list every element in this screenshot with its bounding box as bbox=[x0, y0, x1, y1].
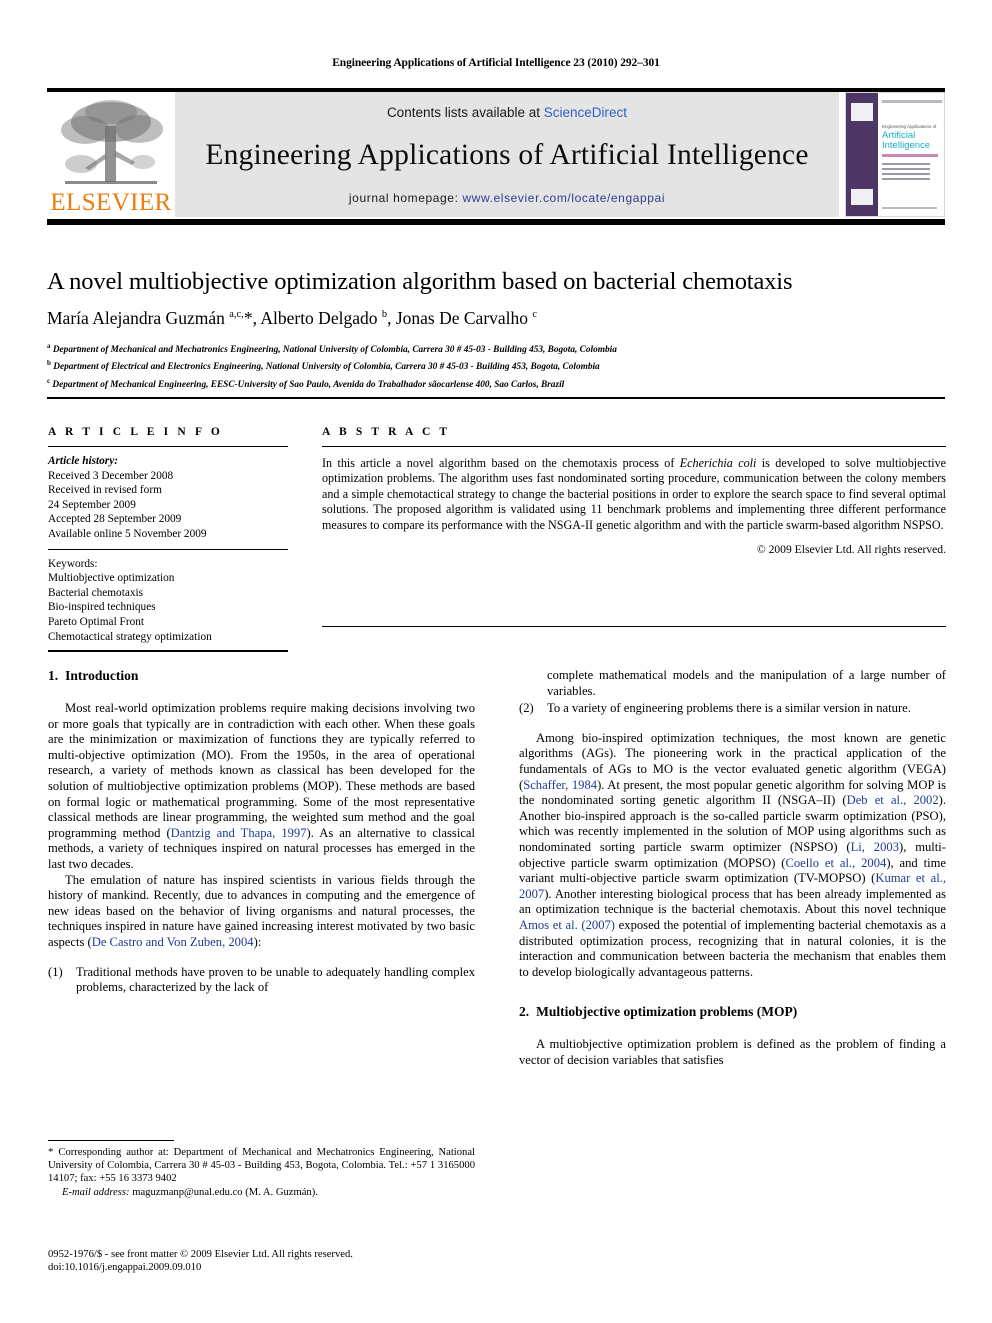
elsevier-tree-icon bbox=[61, 100, 163, 184]
paragraph: The emulation of nature has inspired sci… bbox=[48, 872, 475, 949]
corresponding-author-note: * Corresponding author at: Department of… bbox=[48, 1146, 475, 1185]
journal-title: Engineering Applications of Artificial I… bbox=[205, 139, 809, 171]
list-item: (1) Traditional methods have proven to be… bbox=[48, 965, 475, 996]
cover-elsevier-mark-bottom bbox=[851, 189, 873, 205]
article-info-column: A R T I C L E I N F O Article history: R… bbox=[48, 426, 288, 653]
abstract-text: In this article a novel algorithm based … bbox=[322, 456, 947, 532]
article-info-heading: A R T I C L E I N F O bbox=[48, 426, 223, 438]
abstract-column: A B S T R A C T In this article a novel … bbox=[322, 426, 946, 556]
cover-title-line2: Intelligence bbox=[882, 140, 931, 151]
history-item: Accepted 28 September 2009 bbox=[48, 513, 182, 526]
keyword-item: Chemotactical strategy optimization bbox=[48, 630, 212, 643]
cover-accent-bar bbox=[882, 154, 938, 157]
homepage-prefix: journal homepage: bbox=[348, 191, 463, 205]
paragraph: Most real-world optimization problems re… bbox=[48, 701, 475, 871]
section-heading-introduction: 1. Introduction bbox=[48, 668, 475, 684]
history-item: 24 September 2009 bbox=[48, 498, 136, 511]
article-history: Article history: Received 3 December 200… bbox=[48, 454, 288, 542]
article-page: Engineering Applications of Artificial I… bbox=[0, 0, 992, 1323]
abstract-heading: A B S T R A C T bbox=[322, 426, 451, 438]
numbered-list-right: complete mathematical models and the man… bbox=[519, 668, 946, 717]
list-item-continuation: complete mathematical models and the man… bbox=[547, 668, 946, 698]
issn-line: 0952-1976/$ - see front matter © 2009 El… bbox=[48, 1249, 353, 1260]
list-item-text: Traditional methods have proven to be un… bbox=[76, 964, 475, 995]
doi-line: doi:10.1016/j.engappai.2009.09.010 bbox=[48, 1262, 202, 1274]
cover-header-rule bbox=[882, 100, 942, 103]
affiliation-list: a Department of Mechanical and Mechatron… bbox=[47, 340, 947, 392]
abstract-bottom-rule bbox=[322, 626, 946, 627]
history-item: Available online 5 November 2009 bbox=[48, 527, 207, 540]
contents-prefix: Contents lists available at bbox=[386, 105, 544, 120]
contents-available-line: Contents lists available at ScienceDirec… bbox=[387, 105, 627, 120]
list-item-number: (2) bbox=[519, 701, 534, 716]
elsevier-wordmark: ELSEVIER bbox=[50, 189, 172, 216]
masthead-bottom-rule bbox=[47, 219, 945, 225]
footnote-block: * Corresponding author at: Department of… bbox=[48, 1140, 475, 1199]
journal-cover-thumbnail: Engineering Applications of Artificial I… bbox=[839, 92, 945, 217]
section-title: Multiobjective optimization problems (MO… bbox=[536, 1004, 798, 1020]
cover-text-lines bbox=[882, 163, 930, 183]
paragraph: A multiobjective optimization problem is… bbox=[519, 1037, 946, 1067]
keyword-item: Bio-inspired techniques bbox=[48, 601, 156, 614]
abstract-copyright: © 2009 Elsevier Ltd. All rights reserved… bbox=[756, 543, 946, 557]
elsevier-logo: ELSEVIER bbox=[47, 92, 175, 217]
cover-small-line: Engineering Applications of bbox=[882, 124, 937, 129]
section-heading-mop: 2. Multiobjective optimization problems (… bbox=[519, 1004, 946, 1020]
keyword-item: Pareto Optimal Front bbox=[48, 615, 145, 628]
article-history-label: Article history: bbox=[48, 455, 118, 467]
issn-footer: 0952-1976/$ - see front matter © 2009 El… bbox=[48, 1248, 475, 1275]
history-item: Received in revised form bbox=[48, 484, 162, 497]
list-item: complete mathematical models and the man… bbox=[519, 668, 946, 699]
section-number: 1. bbox=[48, 668, 59, 683]
cover-elsevier-mark-top bbox=[851, 103, 873, 121]
abstract-rule bbox=[322, 446, 946, 447]
article-info-mid-rule bbox=[48, 548, 288, 550]
affiliation-rule bbox=[47, 397, 945, 399]
numbered-list-left: (1) Traditional methods have proven to be… bbox=[48, 965, 475, 996]
body-column-left: 1. Introduction Most real-world optimizat… bbox=[48, 668, 475, 998]
list-item: (2) To a variety of engineering problems … bbox=[519, 701, 946, 717]
body-column-right: complete mathematical models and the man… bbox=[519, 668, 946, 1068]
list-item-number: (1) bbox=[48, 964, 63, 979]
article-info-top-rule bbox=[48, 446, 288, 447]
journal-homepage-link[interactable]: www.elsevier.com/locate/engappai bbox=[462, 191, 665, 205]
cover-title: Artificial Intelligence bbox=[882, 131, 930, 151]
paragraph: Among bio-inspired optimization techniqu… bbox=[519, 730, 946, 979]
journal-homepage-line: journal homepage: www.elsevier.com/locat… bbox=[349, 191, 665, 205]
sciencedirect-banner: Contents lists available at ScienceDirec… bbox=[175, 92, 839, 217]
keywords-block: Keywords: Multiobjective optimization Ba… bbox=[48, 557, 288, 645]
section-title: Introduction bbox=[65, 668, 139, 683]
keyword-item: Multiobjective optimization bbox=[48, 572, 175, 585]
article-info-bottom-rule bbox=[48, 650, 288, 653]
section-number: 2. bbox=[519, 1004, 530, 1020]
journal-masthead: ELSEVIER Contents lists available at Sci… bbox=[47, 88, 945, 217]
keywords-label: Keywords: bbox=[48, 557, 98, 570]
running-head: Engineering Applications of Artificial I… bbox=[332, 57, 660, 69]
page-title: A novel multiobjective optimization algo… bbox=[47, 268, 793, 295]
affiliation-item: b Department of Electrical and Electroni… bbox=[47, 359, 600, 373]
cover-footer-rule bbox=[882, 207, 937, 209]
affiliation-item: c Department of Mechanical Engineering, … bbox=[47, 376, 565, 390]
author-list: María Alejandra Guzmán a,c,*, Alberto De… bbox=[47, 308, 538, 328]
email-note: E-mail address: maguzmanp@unal.edu.co (M… bbox=[62, 1186, 318, 1198]
history-item: Received 3 December 2008 bbox=[48, 469, 174, 482]
keyword-item: Bacterial chemotaxis bbox=[48, 586, 144, 599]
footnote-rule bbox=[48, 1140, 174, 1141]
sciencedirect-link[interactable]: ScienceDirect bbox=[544, 105, 627, 120]
affiliation-item: a Department of Mechanical and Mechatron… bbox=[47, 342, 617, 356]
list-item-text: To a variety of engineering problems the… bbox=[547, 701, 911, 716]
